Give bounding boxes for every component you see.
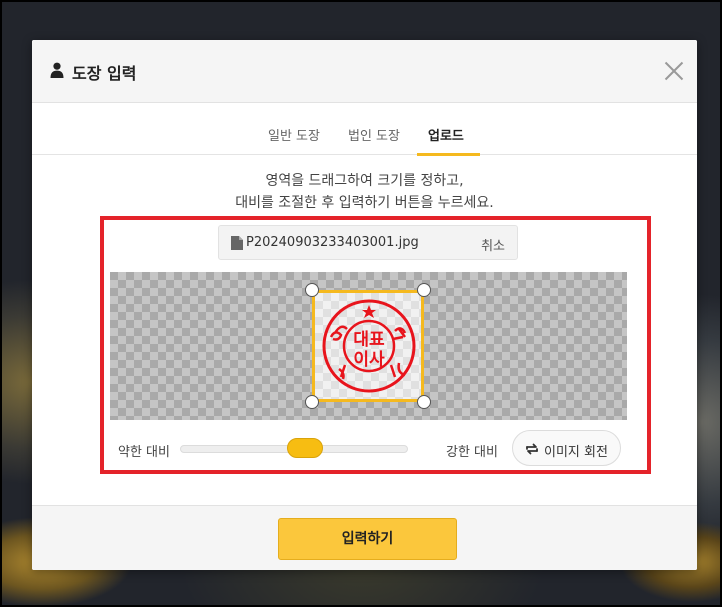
high-contrast-label: 강한 대비 [446, 445, 498, 460]
tab-corporate-stamp[interactable]: 법인 도장 [348, 125, 400, 144]
dialog-header: 도장 입력 [32, 40, 697, 103]
instruction-line-1: 영역을 드래그하여 크기를 정하고, [265, 173, 464, 189]
contrast-slider-thumb[interactable] [287, 438, 324, 458]
crop-handle-top-right[interactable] [417, 283, 431, 297]
low-contrast-label: 약한 대비 [118, 445, 170, 460]
stamp-input-dialog: 도장 입력 일반 도장 법인 도장 업로드 영역을 드래그하여 크기를 정하고,… [32, 40, 697, 570]
crop-handle-top-left[interactable] [305, 283, 319, 297]
stamp-text-bottom: 이사 [353, 350, 385, 370]
file-cancel-button[interactable]: 취소 [481, 235, 505, 254]
stamp-image: 대표 이사 [322, 299, 416, 393]
crop-canvas[interactable]: 대표 이사 [110, 272, 627, 420]
dialog-footer: 입력하기 [32, 505, 697, 570]
close-button[interactable] [663, 60, 685, 82]
crop-selection[interactable]: 대표 이사 [312, 290, 424, 402]
submit-button[interactable]: 입력하기 [278, 518, 457, 560]
contrast-controls: 약한 대비 강한 대비 이미지 회전 [32, 430, 697, 470]
rotate-image-label: 이미지 회전 [544, 445, 608, 460]
tab-upload[interactable]: 업로드 [428, 125, 464, 144]
rotate-icon [526, 443, 538, 455]
rotate-image-button[interactable]: 이미지 회전 [512, 430, 621, 466]
active-tab-indicator [417, 153, 480, 156]
crop-handle-bottom-left[interactable] [305, 395, 319, 409]
file-icon [231, 236, 243, 250]
dialog-title: 도장 입력 [72, 64, 137, 83]
tab-bar: 일반 도장 법인 도장 업로드 [32, 103, 697, 156]
user-icon [50, 62, 64, 78]
uploaded-file-bar: P20240903233403001.jpg 취소 [218, 225, 518, 260]
tab-general-stamp[interactable]: 일반 도장 [268, 125, 320, 144]
file-name: P20240903233403001.jpg [246, 235, 419, 250]
stamp-text-top: 대표 [353, 330, 385, 350]
instruction-line-2: 대비를 조절한 후 입력하기 버튼을 누르세요. [235, 195, 494, 211]
instructions: 영역을 드래그하여 크기를 정하고, 대비를 조절한 후 입력하기 버튼을 누르… [32, 170, 697, 214]
crop-handle-bottom-right[interactable] [417, 395, 431, 409]
